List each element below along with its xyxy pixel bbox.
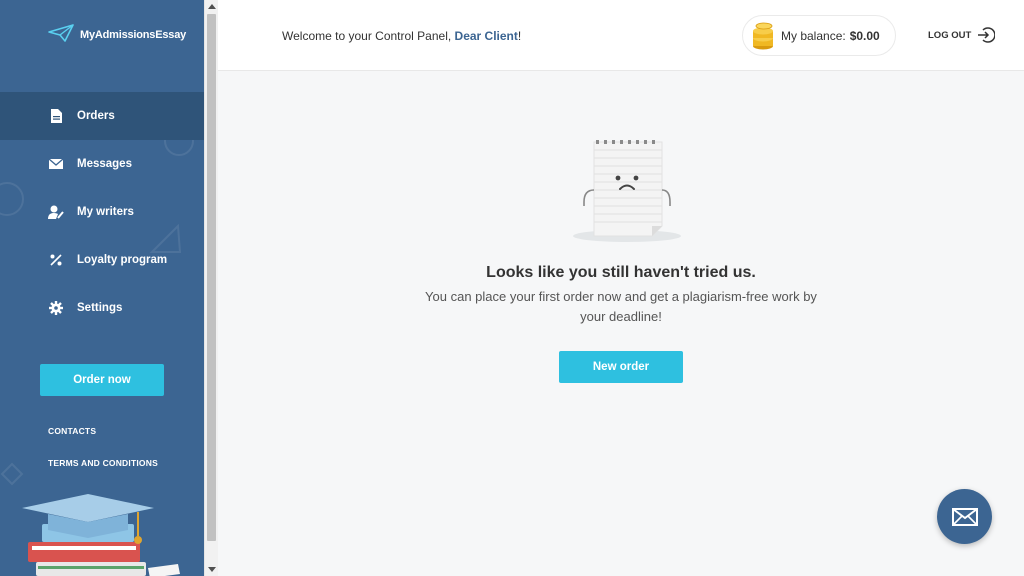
writer-icon — [48, 204, 64, 220]
sidebar-item-label: My writers — [77, 206, 134, 218]
scroll-thumb[interactable] — [207, 14, 216, 541]
empty-state-title: Looks like you still haven't tried us. — [486, 264, 756, 281]
sidebar: MyAdmissionsEssay Orders Messages My wri… — [0, 0, 204, 576]
sidebar-item-label: Messages — [77, 158, 132, 170]
brand-logo[interactable]: MyAdmissionsEssay — [48, 24, 186, 45]
gear-icon — [48, 300, 64, 316]
percent-icon — [48, 252, 64, 268]
sidebar-item-settings[interactable]: Settings — [0, 284, 204, 332]
empty-state-subtitle: You can place your first order now and g… — [425, 289, 817, 324]
sidebar-item-messages[interactable]: Messages — [0, 140, 204, 188]
balance-widget[interactable]: My balance: $0.00 — [742, 15, 896, 56]
client-name: Dear Client — [454, 29, 518, 43]
logout-button[interactable]: LOG OUT — [928, 27, 996, 43]
terms-link[interactable]: TERMS AND CONDITIONS — [48, 458, 158, 468]
brand-name: MyAdmissionsEssay — [80, 28, 187, 41]
balance-value: $0.00 — [849, 28, 880, 43]
sidebar-item-label: Settings — [77, 302, 123, 314]
sidebar-item-orders[interactable]: Orders — [0, 92, 204, 140]
logout-label: LOG OUT — [928, 29, 972, 41]
envelope-icon — [48, 156, 64, 172]
order-now-button[interactable]: Order now — [40, 364, 164, 396]
welcome-message: Welcome to your Control Panel, Dear Clie… — [282, 29, 521, 43]
scrollbar[interactable] — [204, 0, 218, 576]
new-order-button[interactable]: New order — [559, 351, 683, 383]
scroll-down-arrow[interactable] — [208, 567, 216, 572]
logout-icon — [977, 27, 996, 43]
balance-label: My balance: — [781, 28, 846, 43]
envelope-icon — [951, 507, 978, 526]
welcome-text: Welcome to your Control Panel, — [282, 29, 455, 43]
graduation-books-illustration — [18, 490, 188, 576]
sidebar-item-label: Loyalty program — [77, 254, 168, 266]
decorative-square — [0, 462, 24, 486]
welcome-suffix: ! — [517, 29, 522, 43]
sidebar-item-label: Orders — [77, 110, 115, 122]
sad-document-illustration — [570, 138, 686, 249]
paper-plane-icon — [48, 24, 74, 45]
document-icon — [48, 108, 64, 124]
coins-icon — [751, 22, 775, 50]
scroll-up-arrow[interactable] — [208, 4, 216, 9]
sidebar-nav: Orders Messages My writers Loyalty progr… — [0, 92, 204, 332]
contacts-link[interactable]: CONTACTS — [48, 426, 96, 436]
chat-button[interactable] — [937, 489, 992, 544]
top-header: Welcome to your Control Panel, Dear Clie… — [218, 0, 1024, 71]
sidebar-item-my-writers[interactable]: My writers — [0, 188, 204, 236]
sidebar-item-loyalty-program[interactable]: Loyalty program — [0, 236, 204, 284]
